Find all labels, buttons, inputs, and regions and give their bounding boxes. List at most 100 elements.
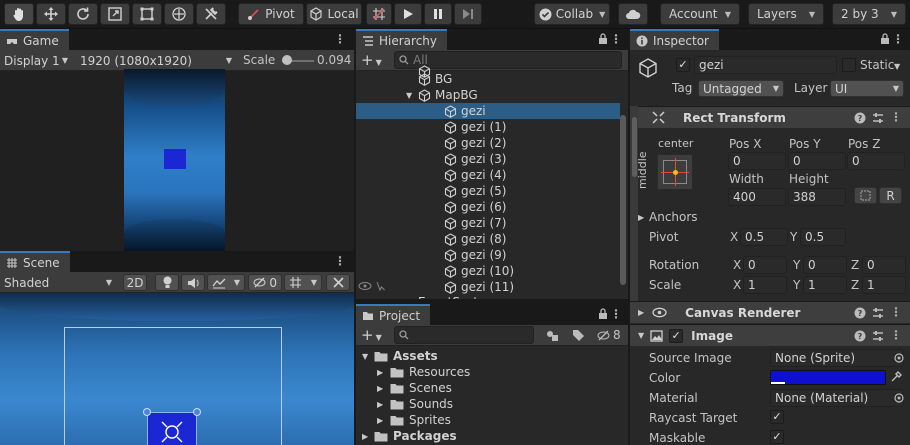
toggle-2d-button[interactable]: 2D [123,274,147,291]
hierarchy-item[interactable]: gezi (1) [356,119,620,135]
collab-dropdown[interactable]: Collab ▼ [534,3,610,25]
scene-tools-button[interactable] [326,274,350,291]
create-asset-button[interactable]: + ▼ [361,326,382,344]
hierarchy-item[interactable]: gezi (5) [356,183,620,199]
preset-sliders-icon[interactable] [872,112,884,124]
step-button[interactable] [454,3,482,25]
tab-hierarchy[interactable]: Hierarchy [356,29,448,50]
lock-icon[interactable] [598,33,608,44]
layer-dropdown[interactable]: UI ▼ [830,80,904,97]
help-icon[interactable]: ? [854,112,866,124]
layers-dropdown[interactable]: Layers ▼ [748,3,824,25]
custom-tool-button[interactable] [196,3,226,25]
audio-toggle[interactable] [181,274,205,291]
kebab-menu-icon[interactable]: ⋮ [610,307,622,321]
raycast-target-checkbox[interactable]: ✓ [770,410,784,424]
rect-tool-button[interactable] [132,3,162,25]
chevron-down-icon[interactable]: ▼ [894,62,900,71]
pivot-toggle-button[interactable]: Pivot [238,3,304,25]
scale-slider-handle[interactable] [282,55,292,65]
project-folder-item[interactable]: ▶ Sounds [356,396,628,412]
hierarchy-item[interactable]: gezi (10) [356,263,620,279]
kebab-menu-icon[interactable]: ⋮ [334,254,346,268]
cloud-button[interactable] [618,3,648,25]
play-button[interactable] [394,3,422,25]
expand-arrow-icon[interactable]: ▶ [377,416,383,425]
active-checkbox[interactable]: ✓ [676,58,690,72]
pos-z-input[interactable]: 0 [847,152,905,170]
lock-icon[interactable] [880,33,890,44]
tab-scene[interactable]: Scene [0,251,70,272]
hierarchy-scrollbar[interactable] [620,115,626,285]
hand-tool-button[interactable] [4,3,34,25]
hierarchy-item[interactable]: gezi (8) [356,231,620,247]
rect-handle-tl[interactable] [143,408,151,416]
object-name-input[interactable]: gezi [694,56,837,74]
hierarchy-item[interactable]: gezi (11) [356,279,620,295]
width-input[interactable]: 400 [728,188,786,206]
expand-arrow-icon[interactable]: ▶ [362,432,368,441]
hierarchy-item[interactable]: gezi (6) [356,199,620,215]
layout-dropdown[interactable]: 2 by 3 ▼ [832,3,906,25]
hierarchy-item[interactable]: gezi (9) [356,247,620,263]
hierarchy-item[interactable]: ▼ MapBG [356,87,620,103]
hierarchy-item[interactable]: BG [356,71,620,87]
project-search-input[interactable] [394,326,534,344]
hierarchy-item[interactable]: gezi (7) [356,215,620,231]
raw-edit-button[interactable]: R [879,187,902,204]
color-swatch[interactable] [770,370,886,385]
expand-arrow-icon[interactable]: ▶ [377,384,383,393]
kebab-menu-icon[interactable]: ⋮ [892,32,904,46]
expand-arrow-icon[interactable]: ▶ [377,400,383,409]
image-component-header[interactable]: ▼ ✓ Image ? ⋮ [630,324,910,346]
scale-tool-button[interactable] [100,3,130,25]
hidden-objects-toggle[interactable]: 0 [248,274,282,291]
pos-y-input[interactable]: 0 [788,152,846,170]
expand-arrow-icon[interactable]: ▼ [406,91,412,100]
pos-x-input[interactable]: 0 [728,152,786,170]
rect-handle-tr[interactable] [193,408,201,416]
height-input[interactable]: 388 [788,188,846,206]
pivot-x-input[interactable]: 0.5 [740,228,788,246]
rotation-x-input[interactable]: 0 [743,256,787,274]
shading-dropdown[interactable]: Shaded ▼ [0,274,116,291]
grid-dropdown[interactable]: ▼ [284,274,322,291]
hierarchy-item[interactable]: gezi (2) [356,135,620,151]
tab-game[interactable]: Game [0,29,69,50]
canvas-renderer-header[interactable]: ▶ Canvas Renderer ? ⋮ [630,301,910,323]
preset-sliders-icon[interactable] [872,307,884,319]
display-dropdown[interactable]: Display 1 ▼ [0,52,72,69]
expand-arrow-icon[interactable]: ▶ [377,368,383,377]
tag-dropdown[interactable]: Untagged ▼ [698,80,784,97]
maskable-checkbox[interactable]: ✓ [770,430,784,444]
scale-x-input[interactable]: 1 [743,276,787,294]
static-checkbox[interactable] [842,58,856,72]
lock-icon[interactable] [598,308,608,319]
scene-view-render[interactable] [0,293,354,445]
kebab-menu-icon[interactable]: ⋮ [890,110,902,124]
hierarchy-item[interactable]: EventSystem [356,295,620,299]
eye-slash-icon[interactable] [597,330,610,341]
tag-icon[interactable] [572,329,585,342]
pause-button[interactable] [424,3,452,25]
kebab-menu-icon[interactable]: ⋮ [890,305,902,319]
project-folder-item[interactable]: ▶ Packages [356,428,628,444]
project-folder-item[interactable]: ▼ Assets [356,348,628,364]
scale-y-input[interactable]: 1 [803,276,847,294]
kebab-menu-icon[interactable]: ⋮ [334,32,346,46]
anchors-label[interactable]: Anchors [649,210,698,224]
source-image-field[interactable]: None (Sprite) [770,349,904,367]
kebab-menu-icon[interactable]: ⋮ [610,32,622,46]
effects-dropdown[interactable]: ▼ [207,274,245,291]
tab-inspector[interactable]: Inspector [630,29,719,50]
help-icon[interactable]: ? [854,307,866,319]
pivot-y-input[interactable]: 0.5 [800,228,846,246]
rotate-tool-button[interactable] [68,3,98,25]
local-toggle-button[interactable]: Local [306,3,362,25]
expand-arrow-icon[interactable]: ▼ [362,352,368,361]
hierarchy-item[interactable]: gezi (3) [356,151,620,167]
resolution-dropdown[interactable]: 1920 (1080x1920) ▼ [76,52,236,69]
project-folder-item[interactable]: ▶ Resources [356,364,628,380]
grid-snap-button[interactable] [366,3,392,25]
material-field[interactable]: None (Material) [770,389,904,407]
